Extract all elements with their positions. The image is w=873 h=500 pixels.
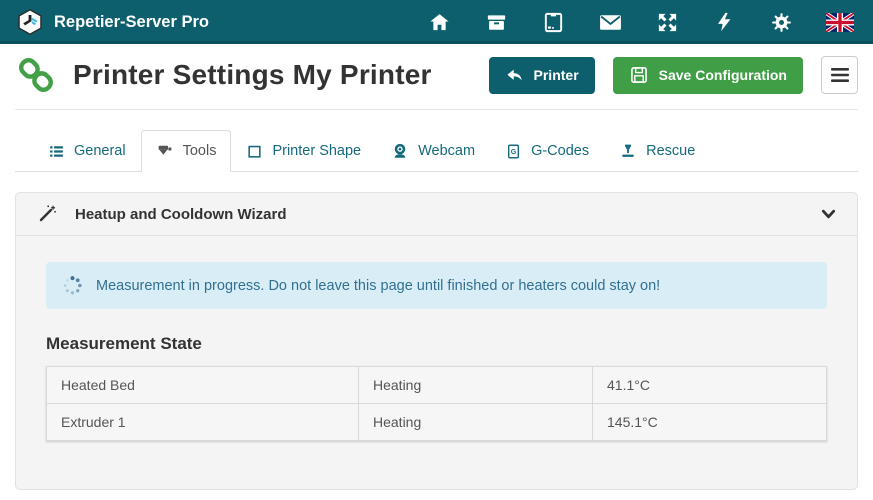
tab-label: Tools <box>183 143 217 159</box>
tab-label: G-Codes <box>531 143 589 159</box>
heatup-wizard-panel: Heatup and Cooldown Wizard Measurement i… <box>15 192 858 490</box>
expand-arrows-icon[interactable] <box>654 9 680 35</box>
hamburger-icon <box>831 68 849 82</box>
printer-button-label: Printer <box>534 67 579 83</box>
gcode-file-icon: G <box>505 143 522 160</box>
table-row: Extruder 1 Heating 145.1°C <box>47 404 827 441</box>
save-button-label: Save Configuration <box>659 67 787 83</box>
navbar-icon-group <box>426 9 857 35</box>
panel-body: Measurement in progress. Do not leave th… <box>16 262 857 441</box>
table-row: Heated Bed Heating 41.1°C <box>47 367 827 404</box>
list-icon <box>48 143 65 160</box>
nozzle-probe-icon <box>619 142 637 160</box>
spinner-icon <box>62 275 83 296</box>
alert-text: Measurement in progress. Do not leave th… <box>96 278 660 294</box>
tab-label: Printer Shape <box>272 143 361 159</box>
top-navbar: Repetier-Server Pro <box>0 0 873 44</box>
square-outline-icon <box>246 143 263 160</box>
uk-flag-icon[interactable] <box>825 9 855 35</box>
envelope-icon[interactable] <box>597 9 623 35</box>
heater-status-cell: Heating <box>359 404 593 441</box>
tab-gcodes[interactable]: G G-Codes <box>490 130 604 172</box>
tab-label: Webcam <box>418 143 475 159</box>
tab-label: General <box>74 143 126 159</box>
tab-label: Rescue <box>646 143 695 159</box>
webcam-icon <box>391 142 409 160</box>
heater-name-cell: Heated Bed <box>47 367 359 404</box>
gear-icon[interactable] <box>768 9 794 35</box>
svg-text:G: G <box>511 148 517 156</box>
menu-button[interactable] <box>821 56 858 94</box>
brand-title: Repetier-Server Pro <box>54 13 209 32</box>
tab-rescue[interactable]: Rescue <box>604 130 710 172</box>
measurement-state-heading: Measurement State <box>46 334 827 354</box>
measurement-progress-alert: Measurement in progress. Do not leave th… <box>46 262 827 309</box>
repetier-logo-icon <box>16 8 44 36</box>
heater-name-cell: Extruder 1 <box>47 404 359 441</box>
tablet-icon[interactable] <box>540 9 566 35</box>
tab-webcam[interactable]: Webcam <box>376 130 490 172</box>
extruder-icon <box>156 142 174 160</box>
heater-temp-cell: 145.1°C <box>593 404 827 441</box>
home-icon[interactable] <box>426 9 452 35</box>
heater-status-cell: Heating <box>359 367 593 404</box>
settings-tab-bar: General Tools Printer Shape Webcam <box>15 110 858 172</box>
magic-wand-icon <box>36 203 58 225</box>
chevron-down-icon[interactable] <box>820 207 837 222</box>
save-configuration-button[interactable]: Save Configuration <box>613 57 803 94</box>
reply-arrow-icon <box>505 66 524 85</box>
tab-printer-shape[interactable]: Printer Shape <box>231 130 376 172</box>
page-title: Printer Settings My Printer <box>73 59 432 91</box>
archive-box-icon[interactable] <box>483 9 509 35</box>
panel-title: Heatup and Cooldown Wizard <box>75 206 287 223</box>
page-header: Printer Settings My Printer Printer Save… <box>15 44 858 110</box>
navbar-brand[interactable]: Repetier-Server Pro <box>16 8 209 36</box>
tab-tools[interactable]: Tools <box>141 130 232 172</box>
printer-button[interactable]: Printer <box>489 57 595 94</box>
bolt-icon[interactable] <box>711 9 737 35</box>
header-buttons: Printer Save Configuration <box>489 56 858 94</box>
tab-general[interactable]: General <box>33 130 141 172</box>
floppy-disk-icon <box>629 65 649 85</box>
measurement-state-table: Heated Bed Heating 41.1°C Extruder 1 Hea… <box>46 366 827 441</box>
chain-link-icon <box>15 54 57 96</box>
heater-temp-cell: 41.1°C <box>593 367 827 404</box>
panel-header[interactable]: Heatup and Cooldown Wizard <box>16 193 857 236</box>
